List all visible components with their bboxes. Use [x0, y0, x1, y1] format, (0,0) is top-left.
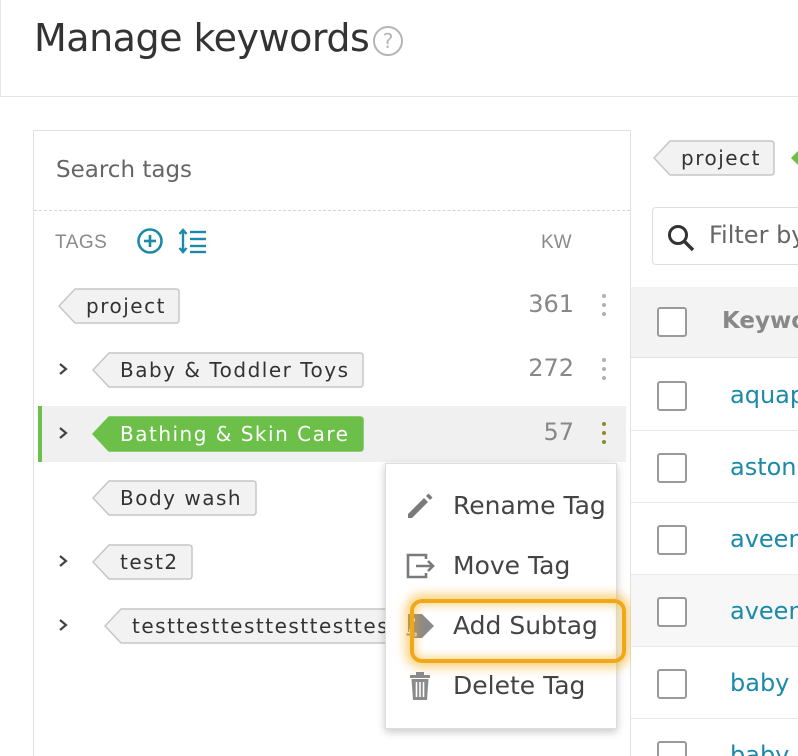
tag-keyword-count: 361	[528, 290, 574, 318]
more-options-icon[interactable]	[600, 356, 608, 384]
menu-label: Rename Tag	[453, 491, 606, 520]
row-checkbox[interactable]	[657, 381, 687, 411]
kw-column-label: KW	[541, 232, 572, 253]
tag-name: Baby & Toddler Toys	[120, 358, 350, 382]
tag-row[interactable]: Bathing & Skin Care 57	[38, 406, 626, 462]
tag-name: test2	[120, 550, 179, 574]
filter-keywords-input[interactable]	[652, 207, 798, 265]
chevron-right-icon[interactable]	[56, 422, 70, 444]
add-subtag-icon	[405, 614, 434, 640]
tag-keyword-count: 272	[528, 354, 574, 382]
tag-chip[interactable]: Baby & Toddler Toys	[92, 352, 364, 388]
table-header: Keywo	[631, 287, 798, 358]
menu-label: Move Tag	[453, 551, 571, 580]
search-icon	[668, 225, 695, 252]
search-tags-input[interactable]: Search tags	[34, 131, 630, 211]
chevron-right-icon[interactable]	[56, 614, 70, 636]
table-row: aquap	[631, 359, 798, 431]
row-checkbox[interactable]	[657, 669, 687, 699]
tag-name: Body wash	[120, 486, 243, 510]
tag-row[interactable]: testtesttesttesttesttestt	[38, 598, 388, 654]
chevron-right-icon[interactable]	[56, 550, 70, 572]
table-row: aston	[631, 431, 798, 503]
tag-name: project	[86, 294, 166, 318]
keyword-link[interactable]: aston	[730, 453, 797, 481]
menu-label: Delete Tag	[453, 671, 586, 700]
keyword-column-header[interactable]: Keywo	[722, 308, 798, 334]
tag-row[interactable]: project 361	[38, 278, 626, 334]
keywords-panel: project Keywo aquap aston aveen aveen baby c…	[631, 130, 798, 756]
keyword-link[interactable]: baby c	[730, 741, 798, 756]
tag-keyword-count: 57	[543, 418, 574, 446]
menu-item-move-tag[interactable]: Move Tag	[386, 536, 618, 596]
page-title: Manage keywords	[34, 16, 370, 60]
tags-column-label: TAGS	[55, 232, 108, 253]
filter-field[interactable]	[709, 221, 798, 249]
page-header: Manage keywords ?	[0, 0, 798, 97]
table-row: aveen	[631, 575, 798, 647]
green-tag-edge	[791, 151, 798, 165]
menu-item-delete-tag[interactable]: Delete Tag	[386, 656, 618, 716]
row-checkbox[interactable]	[657, 525, 687, 555]
row-checkbox[interactable]	[657, 741, 687, 756]
tag-name: Bathing & Skin Care	[120, 422, 350, 446]
keyword-link[interactable]: aveen	[730, 525, 798, 553]
more-options-icon[interactable]	[600, 420, 608, 448]
tag-chip[interactable]: test2	[92, 544, 193, 580]
table-row: baby c	[631, 647, 798, 719]
tag-chip[interactable]: testtesttesttesttesttestt	[104, 608, 388, 644]
move-icon	[406, 553, 435, 579]
question-circle-icon[interactable]: ?	[373, 26, 403, 56]
keyword-link[interactable]: aquap	[730, 381, 798, 409]
add-circle-icon[interactable]	[136, 227, 164, 255]
chevron-right-icon[interactable]	[56, 358, 70, 380]
keyword-link[interactable]: baby c	[730, 669, 798, 697]
trash-icon	[410, 672, 430, 700]
menu-item-rename-tag[interactable]: Rename Tag	[386, 476, 618, 536]
select-all-checkbox[interactable]	[657, 307, 687, 337]
row-checkbox[interactable]	[657, 453, 687, 483]
more-options-icon[interactable]	[600, 292, 608, 320]
pencil-icon	[408, 493, 433, 518]
tag-chip[interactable]: Bathing & Skin Care	[92, 416, 364, 452]
tag-name: testtesttesttesttesttestt	[132, 614, 388, 638]
keyword-link[interactable]: aveen	[730, 597, 798, 625]
active-filter-tag[interactable]: project	[653, 140, 775, 176]
menu-item-add-subtag[interactable]: Add Subtag	[386, 596, 626, 663]
table-row: baby c	[631, 719, 798, 756]
tag-chip[interactable]: project	[58, 288, 180, 324]
row-checkbox[interactable]	[657, 597, 687, 627]
tag-chip[interactable]: Body wash	[92, 480, 257, 516]
menu-label: Add Subtag	[453, 611, 598, 640]
sort-icon[interactable]	[178, 227, 208, 255]
tag-row[interactable]: Baby & Toddler Toys 272	[38, 342, 626, 398]
tag-context-menu: Rename Tag Move Tag Add Subtag Delete Ta…	[385, 463, 626, 729]
filter-tag-label: project	[681, 146, 761, 170]
table-row: aveen	[631, 503, 798, 575]
